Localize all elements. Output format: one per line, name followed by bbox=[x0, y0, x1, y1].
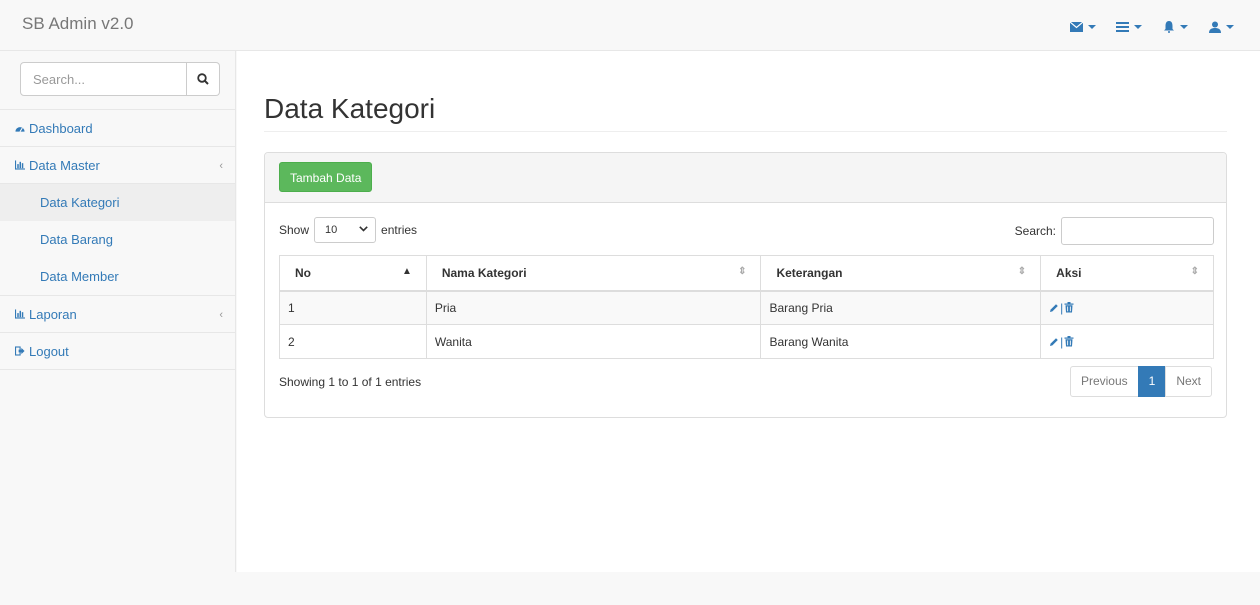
table-header-row: No ▲ Nama Kategori ⇕ Keterangan ⇕ Aksi ⇕ bbox=[279, 255, 1214, 292]
sidebar-item-laporan[interactable]: Laporan ‹ bbox=[0, 296, 235, 333]
cell-keterangan: Barang Pria bbox=[760, 290, 1042, 325]
sidebar-search bbox=[0, 51, 235, 110]
tasks-dropdown[interactable] bbox=[1106, 18, 1152, 36]
table-search: Search: bbox=[1015, 217, 1214, 245]
sidebar-search-input[interactable] bbox=[20, 62, 187, 96]
caret-down-icon bbox=[1225, 25, 1234, 29]
row-actions: | bbox=[1049, 301, 1205, 315]
bar-chart-icon bbox=[15, 309, 25, 319]
cell-aksi: | bbox=[1040, 290, 1214, 325]
pencil-icon[interactable] bbox=[1049, 337, 1059, 347]
data-panel: Tambah Data Show 10 entries Search: No ▲… bbox=[264, 152, 1227, 418]
sidebar-item-data-master[interactable]: Data Master ‹ bbox=[0, 147, 235, 184]
pagination-page-1[interactable]: 1 bbox=[1137, 366, 1167, 397]
sidebar-search-group bbox=[20, 62, 220, 96]
data-table: No ▲ Nama Kategori ⇕ Keterangan ⇕ Aksi ⇕ 1 P… bbox=[279, 255, 1214, 359]
sidebar: Dashboard Data Master ‹ Data Kategori Da… bbox=[0, 51, 236, 572]
bar-chart-icon bbox=[15, 160, 25, 170]
sort-asc-icon: ▲ bbox=[401, 266, 412, 277]
table-info: Showing 1 to 1 of 1 entries bbox=[279, 375, 422, 389]
dashboard-icon bbox=[15, 123, 25, 133]
sign-out-icon bbox=[15, 346, 25, 356]
table-row: 2 Wanita Barang Wanita | bbox=[279, 324, 1214, 359]
envelope-icon bbox=[1070, 22, 1083, 32]
cell-nama-kategori: Pria bbox=[425, 290, 762, 325]
column-header-no[interactable]: No ▲ bbox=[279, 255, 427, 292]
caret-down-icon bbox=[1088, 25, 1096, 29]
table-search-input[interactable] bbox=[1061, 217, 1214, 245]
user-dropdown[interactable] bbox=[1198, 18, 1244, 36]
row-actions: | bbox=[1049, 335, 1205, 349]
title-divider bbox=[264, 131, 1227, 132]
sort-icon: ⇕ bbox=[1017, 266, 1027, 277]
alerts-dropdown[interactable] bbox=[1152, 18, 1198, 36]
page-wrapper: Data Kategori Tambah Data Show 10 entrie… bbox=[237, 51, 1260, 572]
sidebar-item-data-member[interactable]: Data Member bbox=[0, 258, 235, 295]
table-search-label: Search: bbox=[1014, 224, 1056, 238]
pagination: Previous 1 Next bbox=[1069, 366, 1212, 397]
sidebar-item-label: Laporan bbox=[29, 306, 77, 322]
column-header-keterangan[interactable]: Keterangan ⇕ bbox=[760, 255, 1042, 292]
column-header-aksi[interactable]: Aksi ⇕ bbox=[1040, 255, 1214, 292]
entries-length-value: 10 bbox=[325, 224, 338, 236]
pagination-next[interactable]: Next bbox=[1165, 366, 1212, 397]
cell-no: 2 bbox=[279, 324, 427, 359]
sidebar-item-data-kategori[interactable]: Data Kategori bbox=[0, 184, 235, 221]
navbar-icons bbox=[1060, 18, 1244, 36]
sidebar-item-label: Dashboard bbox=[29, 120, 93, 136]
pencil-icon[interactable] bbox=[1049, 303, 1059, 313]
search-icon bbox=[197, 73, 209, 85]
tasks-icon bbox=[1116, 22, 1129, 32]
cell-keterangan: Barang Wanita bbox=[760, 324, 1042, 359]
cell-no: 1 bbox=[279, 290, 427, 325]
entries-length-control: Show 10 entries bbox=[279, 217, 417, 243]
sidebar-item-label: Logout bbox=[29, 343, 69, 359]
sidebar-item-dashboard[interactable]: Dashboard bbox=[0, 110, 235, 147]
entries-label: entries bbox=[381, 223, 418, 237]
action-separator: | bbox=[1060, 300, 1064, 315]
navbar-brand[interactable]: SB Admin v2.0 bbox=[22, 14, 134, 34]
entries-length-select[interactable]: 10 bbox=[314, 217, 377, 243]
sidebar-search-button[interactable] bbox=[187, 62, 220, 96]
sidebar-item-label: Data Master bbox=[29, 157, 100, 173]
sort-icon: ⇕ bbox=[1190, 266, 1199, 277]
sidebar-item-data-barang[interactable]: Data Barang bbox=[0, 221, 235, 258]
add-data-button[interactable]: Tambah Data bbox=[279, 162, 373, 192]
column-header-nama-kategori[interactable]: Nama Kategori ⇕ bbox=[425, 255, 762, 292]
chevron-left-icon: ‹ bbox=[219, 309, 223, 321]
table-controls: Show 10 entries Search: bbox=[279, 217, 1214, 245]
sort-icon: ⇕ bbox=[738, 266, 747, 277]
chevron-left-icon: ‹ bbox=[219, 160, 223, 172]
caret-down-icon bbox=[1179, 25, 1188, 29]
caret-down-icon bbox=[1134, 25, 1142, 29]
page-title: Data Kategori bbox=[264, 93, 436, 124]
messages-dropdown[interactable] bbox=[1060, 18, 1106, 36]
chevron-down-icon bbox=[359, 224, 368, 235]
pagination-previous[interactable]: Previous bbox=[1069, 366, 1139, 397]
user-icon bbox=[1208, 21, 1221, 33]
sidebar-submenu-data-master: Data Kategori Data Barang Data Member bbox=[0, 184, 235, 296]
sidebar-item-logout[interactable]: Logout bbox=[0, 333, 235, 370]
panel-heading: Tambah Data bbox=[265, 153, 1226, 203]
action-separator: | bbox=[1060, 334, 1064, 349]
table-row: 1 Pria Barang Pria | bbox=[279, 290, 1214, 325]
trash-icon[interactable] bbox=[1064, 336, 1074, 347]
show-label: Show bbox=[279, 223, 310, 237]
top-navbar: SB Admin v2.0 bbox=[0, 0, 1260, 51]
bell-icon bbox=[1163, 21, 1174, 33]
cell-aksi: | bbox=[1040, 324, 1214, 359]
trash-icon[interactable] bbox=[1064, 302, 1074, 313]
cell-nama-kategori: Wanita bbox=[425, 324, 762, 359]
